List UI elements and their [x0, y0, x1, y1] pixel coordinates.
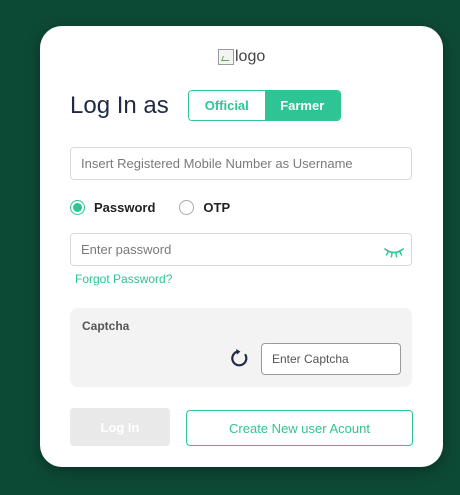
user-type-toggle: Official Farmer — [188, 90, 341, 121]
captcha-section: Captcha — [70, 308, 412, 387]
radio-unchecked-icon — [179, 200, 195, 215]
auth-method-group: Password OTP — [70, 200, 254, 215]
otp-radio[interactable]: OTP — [179, 200, 230, 215]
logo-alt-text: logo — [235, 48, 266, 65]
create-account-button[interactable]: Create New user Acount — [186, 410, 413, 446]
captcha-label: Captcha — [82, 319, 130, 333]
eye-closed-icon[interactable] — [384, 246, 404, 258]
refresh-icon[interactable] — [230, 348, 250, 368]
radio-checked-icon — [70, 200, 85, 215]
username-input[interactable] — [70, 147, 412, 180]
login-button[interactable]: Log In — [70, 408, 170, 446]
captcha-input[interactable] — [261, 343, 401, 375]
broken-image-icon — [218, 49, 234, 65]
password-input[interactable] — [70, 233, 412, 266]
farmer-toggle-button[interactable]: Farmer — [264, 91, 340, 120]
forgot-password-link[interactable]: Forgot Password? — [75, 272, 172, 286]
logo: logo — [218, 46, 265, 68]
page-title: Log In as — [70, 92, 169, 119]
password-radio-label: Password — [94, 200, 156, 215]
official-toggle-button[interactable]: Official — [189, 91, 265, 120]
login-card: logo Log In as Official Farmer Password … — [40, 26, 443, 467]
otp-radio-label: OTP — [203, 200, 231, 215]
password-radio[interactable]: Password — [70, 200, 155, 215]
